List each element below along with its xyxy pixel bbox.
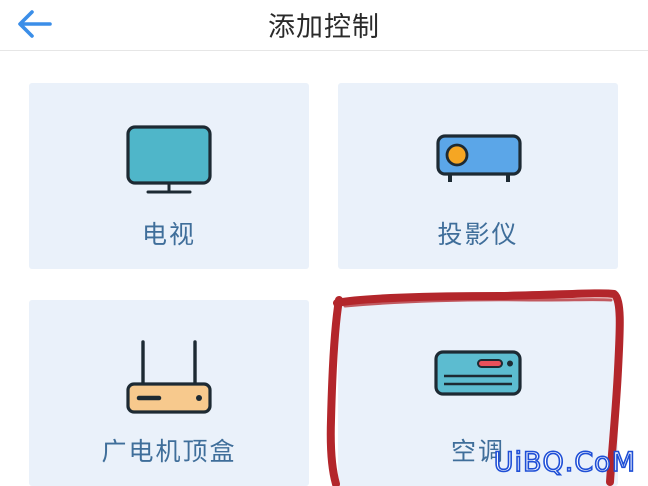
page-title: 添加控制 xyxy=(268,12,380,43)
air-conditioner-icon xyxy=(434,350,522,396)
projector-icon xyxy=(436,134,522,182)
tv-icon xyxy=(126,125,212,194)
device-label-tv: 电视 xyxy=(141,220,196,249)
device-card-projector[interactable]: 投影仪 xyxy=(338,83,618,269)
top-bar: 添加控制 xyxy=(0,0,648,51)
device-card-air-conditioner[interactable]: 空调 xyxy=(338,300,618,486)
device-label-set-top-box: 广电机顶盒 xyxy=(101,437,237,466)
device-card-set-top-box[interactable]: 广电机顶盒 xyxy=(29,300,309,486)
set-top-box-icon xyxy=(126,340,212,414)
add-control-screen: 添加控制 电视 投影仪 广电机顶盒 空调 UiBQ.CoM xyxy=(0,0,648,486)
device-label-projector: 投影仪 xyxy=(437,220,519,249)
device-label-air-conditioner: 空调 xyxy=(450,437,505,466)
device-card-tv[interactable]: 电视 xyxy=(29,83,309,269)
